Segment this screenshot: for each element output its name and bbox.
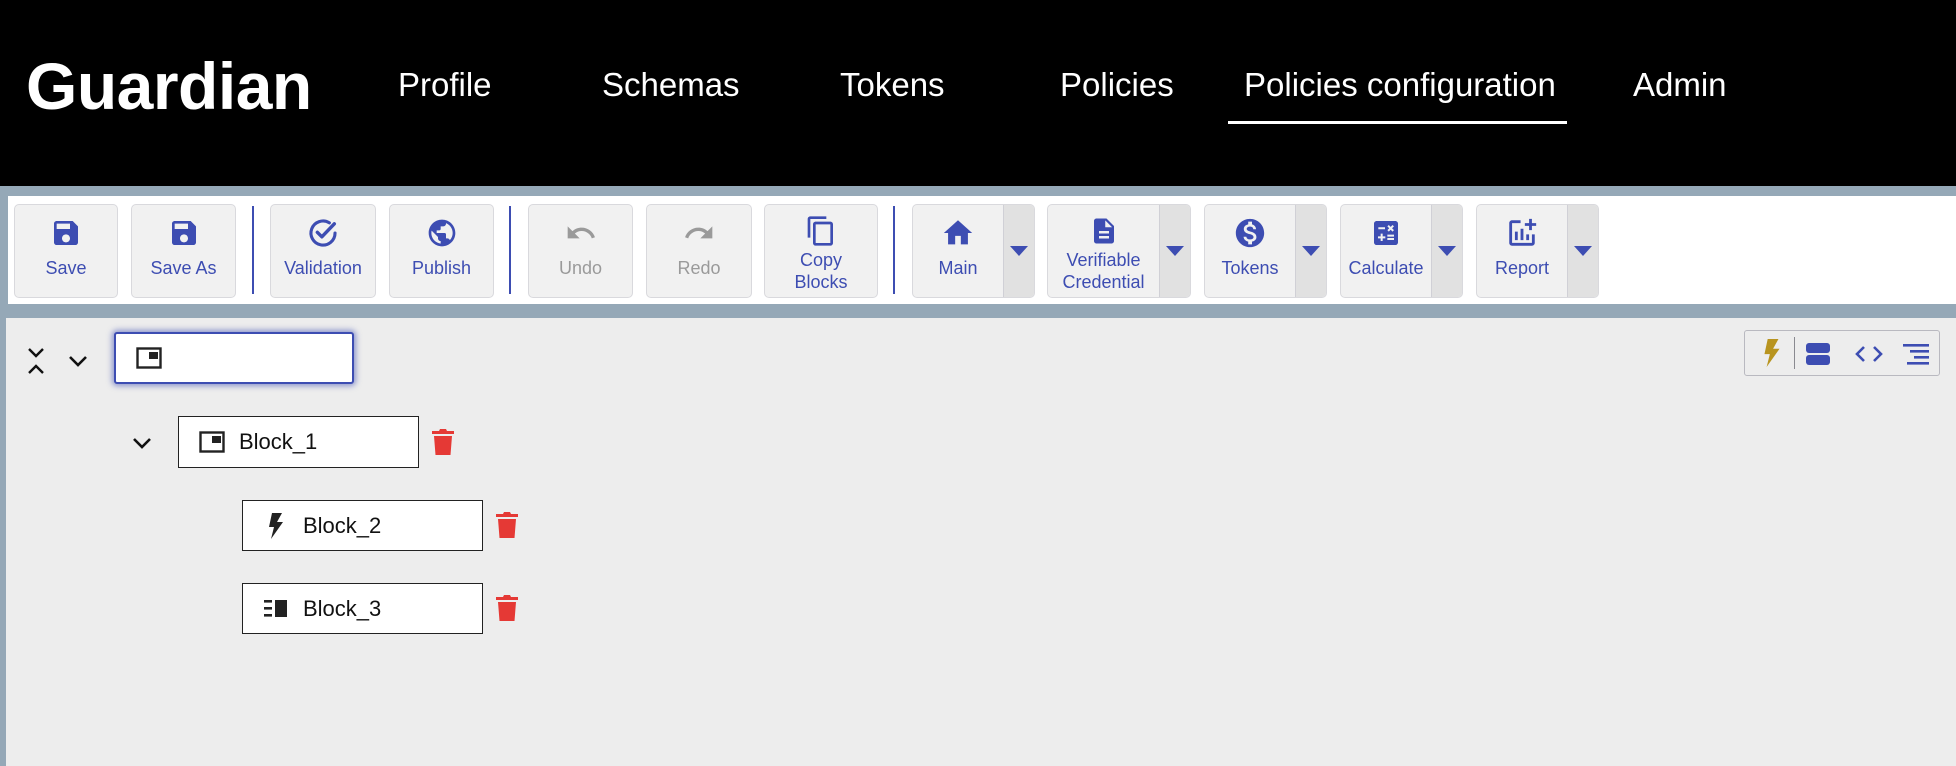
copy-icon bbox=[807, 216, 833, 246]
block-3-label: Block_3 bbox=[303, 595, 382, 621]
nav-policies[interactable]: Policies bbox=[1060, 66, 1174, 104]
expand-block-1-chevron-down-icon[interactable] bbox=[130, 432, 154, 459]
toolbar-divider bbox=[252, 206, 254, 294]
main-dropdown-toggle[interactable] bbox=[1003, 205, 1034, 297]
calculate-menu-button[interactable]: Calculate bbox=[1340, 204, 1463, 298]
publish-button[interactable]: Publish bbox=[389, 204, 494, 298]
verifiable-credential-menu-button[interactable]: Verifiable Credential bbox=[1047, 204, 1191, 298]
delete-block-3-trash-icon[interactable] bbox=[496, 594, 518, 627]
verifiable-credential-dropdown-toggle[interactable] bbox=[1159, 205, 1190, 297]
tokens-dropdown-toggle[interactable] bbox=[1295, 205, 1326, 297]
container-icon bbox=[199, 431, 225, 453]
lightning-icon bbox=[263, 512, 289, 539]
expand-root-chevron-down-icon[interactable] bbox=[66, 350, 90, 377]
add-chart-icon bbox=[1509, 218, 1537, 246]
copy-blocks-button[interactable]: Copy Blocks bbox=[764, 204, 878, 298]
undo-icon bbox=[567, 226, 595, 239]
blocks-view-icon[interactable] bbox=[1805, 342, 1831, 371]
nav-schemas[interactable]: Schemas bbox=[602, 66, 740, 104]
tokens-button[interactable]: Tokens bbox=[1205, 205, 1295, 297]
globe-icon bbox=[428, 219, 455, 247]
calculate-label: Calculate bbox=[1348, 258, 1424, 278]
nav-tokens[interactable]: Tokens bbox=[840, 66, 945, 104]
caret-down-icon bbox=[1438, 246, 1456, 256]
main-menu-button[interactable]: Main bbox=[912, 204, 1035, 298]
code-view-icon[interactable] bbox=[1855, 343, 1883, 370]
active-nav-indicator bbox=[1228, 121, 1567, 124]
home-icon bbox=[943, 220, 973, 245]
floppy-disk-icon bbox=[54, 221, 78, 245]
nav-profile[interactable]: Profile bbox=[398, 66, 492, 104]
redo-label: Redo bbox=[677, 258, 721, 278]
report-label: Report bbox=[1494, 258, 1550, 278]
report-button[interactable]: Report bbox=[1477, 205, 1567, 297]
view-tools-group bbox=[1744, 330, 1940, 376]
save-button[interactable]: Save bbox=[14, 204, 118, 298]
block-3[interactable]: Block_3 bbox=[242, 583, 483, 634]
delete-block-2-trash-icon[interactable] bbox=[496, 511, 518, 544]
save-as-button[interactable]: Save As bbox=[131, 204, 236, 298]
caret-down-icon bbox=[1574, 246, 1592, 256]
app-logo: Guardian bbox=[26, 49, 312, 123]
document-icon bbox=[1093, 218, 1114, 244]
copy-blocks-label-line2: Blocks bbox=[794, 272, 848, 292]
app-header: Guardian Profile Schemas Tokens Policies… bbox=[0, 0, 1956, 186]
calculate-button[interactable]: Calculate bbox=[1341, 205, 1431, 297]
caret-down-icon bbox=[1166, 246, 1184, 256]
undo-label: Undo bbox=[558, 258, 603, 278]
save-label: Save bbox=[45, 258, 87, 278]
caret-down-icon bbox=[1010, 246, 1028, 256]
tools-divider bbox=[1794, 337, 1795, 369]
calculate-dropdown-toggle[interactable] bbox=[1431, 205, 1462, 297]
tokens-label: Tokens bbox=[1221, 258, 1279, 278]
validation-button[interactable]: Validation bbox=[270, 204, 376, 298]
block-2[interactable]: Block_2 bbox=[242, 500, 483, 551]
floppy-disk-icon bbox=[171, 221, 196, 245]
report-menu-button[interactable]: Report bbox=[1476, 204, 1599, 298]
container-icon bbox=[136, 347, 162, 369]
copy-blocks-label-line1: Copy bbox=[799, 250, 843, 270]
list-icon bbox=[263, 598, 289, 620]
publish-label: Publish bbox=[411, 258, 472, 278]
tokens-menu-button[interactable]: Tokens bbox=[1204, 204, 1327, 298]
redo-icon bbox=[685, 226, 713, 239]
calculator-icon bbox=[1374, 221, 1398, 245]
check-circle-icon bbox=[309, 219, 337, 247]
block-1[interactable]: Block_1 bbox=[178, 416, 419, 468]
collapse-all-icon[interactable] bbox=[24, 346, 48, 381]
main-label: Main bbox=[938, 258, 978, 278]
verifiable-credential-button[interactable]: Verifiable Credential bbox=[1048, 205, 1159, 297]
report-dropdown-toggle[interactable] bbox=[1567, 205, 1598, 297]
root-container-block[interactable] bbox=[114, 332, 354, 384]
dollar-coin-icon bbox=[1235, 218, 1265, 248]
delete-block-1-trash-icon[interactable] bbox=[432, 428, 454, 461]
block-2-label: Block_2 bbox=[303, 512, 382, 538]
verifiable-credential-label-line1: Verifiable bbox=[1066, 250, 1141, 270]
verifiable-credential-label-line2: Credential bbox=[1062, 272, 1145, 292]
validation-label: Validation bbox=[284, 258, 362, 278]
toolbar-divider bbox=[509, 206, 511, 294]
tree-view-icon[interactable] bbox=[1903, 343, 1931, 370]
redo-button[interactable]: Redo bbox=[646, 204, 752, 298]
main-button[interactable]: Main bbox=[913, 205, 1003, 297]
block-1-label: Block_1 bbox=[239, 429, 318, 454]
events-lightning-icon[interactable] bbox=[1763, 339, 1781, 372]
nav-policies-configuration[interactable]: Policies configuration bbox=[1244, 66, 1556, 104]
caret-down-icon bbox=[1302, 246, 1320, 256]
nav-admin[interactable]: Admin bbox=[1633, 66, 1727, 104]
toolbar-divider bbox=[893, 206, 895, 294]
undo-button[interactable]: Undo bbox=[528, 204, 633, 298]
save-as-label: Save As bbox=[150, 258, 217, 278]
